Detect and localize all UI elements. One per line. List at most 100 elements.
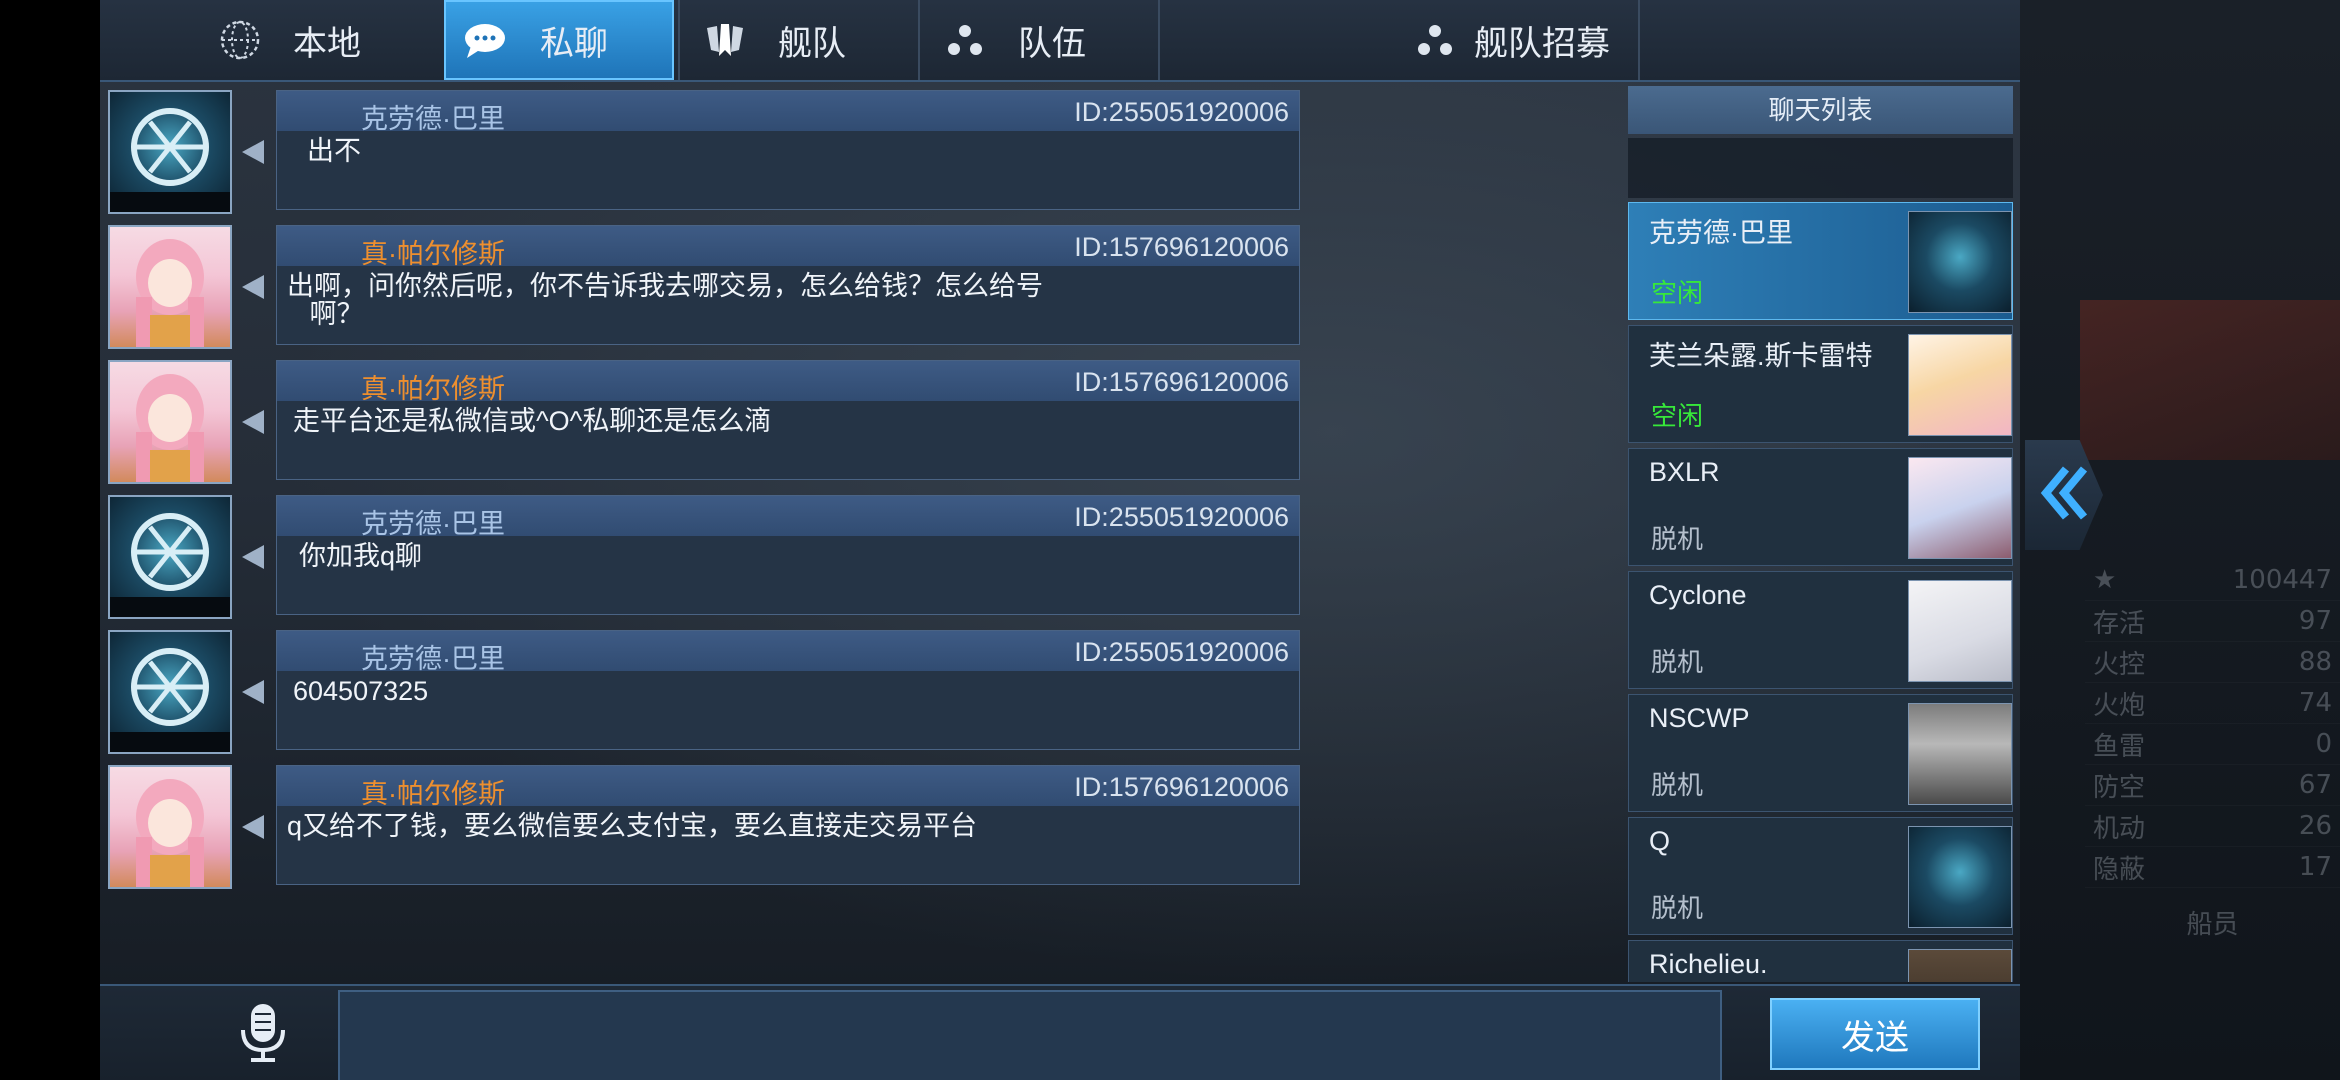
left-edge bbox=[0, 0, 100, 1080]
message-sender[interactable]: 克劳德·巴里 bbox=[361, 502, 505, 541]
stat-value: 67 bbox=[2298, 770, 2332, 800]
crew-button: 船员 bbox=[2085, 902, 2340, 942]
team-dots-icon bbox=[940, 15, 990, 65]
tab-fleet-label: 舰队 bbox=[778, 24, 846, 63]
stat-label: 机动 bbox=[2093, 813, 2146, 844]
chat-tab-bar: 本地 私聊 舰队 队伍 舰队招募 bbox=[100, 0, 2020, 82]
message-sender[interactable]: 克劳德·巴里 bbox=[361, 637, 505, 676]
message-text: 出啊，问你然后呢，你不告诉我去哪交易，怎么给钱？怎么给号 啊？ bbox=[287, 271, 1043, 329]
message-sender[interactable]: 真·帕尔修斯 bbox=[361, 772, 505, 811]
message-header: 真·帕尔修斯 ID:157696120006 bbox=[277, 361, 1299, 404]
message-header: 真·帕尔修斯 ID:157696120006 bbox=[277, 226, 1299, 269]
tab-local-label: 本地 bbox=[293, 24, 361, 63]
voice-input-button[interactable] bbox=[228, 1000, 298, 1070]
fleet-logo-avatar[interactable] bbox=[108, 630, 232, 754]
fleet-emblem-icon bbox=[700, 15, 750, 65]
anime-girl-avatar[interactable] bbox=[108, 765, 232, 889]
contact-name: NSCWP bbox=[1649, 703, 1750, 733]
tab-local[interactable]: 本地 bbox=[215, 0, 425, 80]
message-header: 真·帕尔修斯 ID:157696120006 bbox=[277, 766, 1299, 809]
contact-avatar bbox=[1908, 949, 2012, 982]
stat-row: 火控 88 bbox=[2085, 642, 2340, 683]
anime-girl-avatar[interactable] bbox=[108, 360, 232, 484]
contact-avatar bbox=[1908, 334, 2012, 436]
message-text: 走平台还是私微信或^O^私聊还是怎么滴 bbox=[293, 406, 772, 436]
chat-list-panel[interactable]: 聊天列表 克劳德·巴里 空闲 芙兰朵露.斯卡雷特 空闲 BXLR 脱机 Cycl… bbox=[1628, 86, 2013, 982]
message-sender[interactable]: 克劳德·巴里 bbox=[361, 97, 505, 136]
message-bubble: 真·帕尔修斯 ID:157696120006 出啊，问你然后呢，你不告诉我去哪交… bbox=[276, 225, 1300, 345]
chat-message: 真·帕尔修斯 ID:157696120006 走平台还是私微信或^O^私聊还是怎… bbox=[108, 360, 1300, 490]
contact-status: 脱机 bbox=[1651, 647, 1704, 677]
stat-label: 鱼雷 bbox=[2093, 731, 2146, 762]
stat-row: 存活 97 bbox=[2085, 601, 2340, 642]
message-sender[interactable]: 真·帕尔修斯 bbox=[361, 232, 505, 271]
message-text: 你加我q聊 bbox=[299, 541, 423, 571]
chat-message: 克劳德·巴里 ID:255051920006 你加我q聊 bbox=[108, 495, 1300, 625]
contact-avatar bbox=[1908, 703, 2012, 805]
message-text: 604507325 bbox=[293, 676, 429, 706]
tab-divider bbox=[1638, 0, 1640, 80]
contact-name: Richelieu. bbox=[1649, 949, 1768, 979]
tab-private-chat[interactable]: 私聊 bbox=[444, 0, 674, 80]
bubble-pointer bbox=[242, 680, 264, 704]
stat-value: 17 bbox=[2298, 852, 2332, 882]
stat-value: 88 bbox=[2298, 647, 2332, 677]
fleet-logo-avatar[interactable] bbox=[108, 495, 232, 619]
fleet-logo-avatar[interactable] bbox=[108, 90, 232, 214]
contact-item[interactable]: BXLR 脱机 bbox=[1628, 448, 2013, 566]
send-button[interactable]: 发送 bbox=[1770, 998, 1980, 1070]
message-input[interactable] bbox=[338, 990, 1722, 1080]
tab-team[interactable]: 队伍 bbox=[940, 0, 1150, 80]
contact-name: 芙兰朵露.斯卡雷特 bbox=[1649, 341, 1873, 371]
tab-fleet[interactable]: 舰队 bbox=[700, 0, 910, 80]
contact-item[interactable]: 芙兰朵露.斯卡雷特 空闲 bbox=[1628, 325, 2013, 443]
chat-message: 真·帕尔修斯 ID:157696120006 q又给不了钱，要么微信要么支付宝，… bbox=[108, 765, 1300, 895]
contact-item[interactable]: Q 脱机 bbox=[1628, 817, 2013, 935]
message-bubble: 真·帕尔修斯 ID:157696120006 q又给不了钱，要么微信要么支付宝，… bbox=[276, 765, 1300, 885]
message-user-id: ID:255051920006 bbox=[1074, 502, 1289, 532]
contact-item[interactable]: Richelieu. bbox=[1628, 940, 2013, 982]
contact-avatar bbox=[1908, 580, 2012, 682]
contact-status: 脱机 bbox=[1651, 770, 1704, 800]
rating-row: ★ 100447 bbox=[2085, 560, 2340, 601]
message-bubble: 克劳德·巴里 ID:255051920006 你加我q聊 bbox=[276, 495, 1300, 615]
stat-value: 74 bbox=[2298, 688, 2332, 718]
contact-avatar bbox=[1908, 211, 2012, 313]
message-user-id: ID:157696120006 bbox=[1074, 772, 1289, 802]
chat-list-title: 聊天列表 bbox=[1628, 86, 2013, 134]
stat-label: 存活 bbox=[2093, 608, 2146, 639]
rating-value: 100447 bbox=[2232, 565, 2332, 595]
contact-item[interactable]: 克劳德·巴里 空闲 bbox=[1628, 202, 2013, 320]
message-bubble: 克劳德·巴里 ID:255051920006 604507325 bbox=[276, 630, 1300, 750]
contact-avatar bbox=[1908, 826, 2012, 928]
chat-message: 克劳德·巴里 ID:255051920006 604507325 bbox=[108, 630, 1300, 760]
message-header: 克劳德·巴里 ID:255051920006 bbox=[277, 91, 1299, 134]
contact-item[interactable]: Cyclone 脱机 bbox=[1628, 571, 2013, 689]
message-sender[interactable]: 真·帕尔修斯 bbox=[361, 367, 505, 406]
message-bubble: 真·帕尔修斯 ID:157696120006 走平台还是私微信或^O^私聊还是怎… bbox=[276, 360, 1300, 480]
double-chevron-left-icon bbox=[2038, 463, 2090, 527]
background-stats-panel: ★ 100447 存活 97 火控 88 火炮 74 鱼雷 0 防空 67 机动 26 隐蔽… bbox=[2085, 560, 2340, 940]
bubble-pointer bbox=[242, 545, 264, 569]
star-icon: ★ bbox=[2093, 565, 2117, 595]
message-user-id: ID:255051920006 bbox=[1074, 637, 1289, 667]
tab-fleet-recruit[interactable]: 舰队招募 bbox=[1410, 0, 1740, 80]
contact-status: 空闲 bbox=[1651, 401, 1704, 431]
contact-name: Cyclone bbox=[1649, 580, 1747, 610]
anime-girl-avatar[interactable] bbox=[108, 225, 232, 349]
bubble-pointer bbox=[242, 410, 264, 434]
contact-item[interactable]: NSCWP 脱机 bbox=[1628, 694, 2013, 812]
chat-bubble-icon bbox=[462, 15, 512, 65]
bubble-pointer bbox=[242, 275, 264, 299]
microphone-icon bbox=[239, 1002, 287, 1068]
contact-status: 空闲 bbox=[1651, 278, 1704, 308]
stat-row: 隐蔽 17 bbox=[2085, 847, 2340, 888]
stat-label: 火炮 bbox=[2093, 690, 2146, 721]
message-header: 克劳德·巴里 ID:255051920006 bbox=[277, 631, 1299, 674]
message-user-id: ID:255051920006 bbox=[1074, 97, 1289, 127]
chat-message: 真·帕尔修斯 ID:157696120006 出啊，问你然后呢，你不告诉我去哪交… bbox=[108, 225, 1300, 355]
chat-message: 克劳德·巴里 ID:255051920006 出不 bbox=[108, 90, 1300, 220]
tab-fleet-recruit-label: 舰队招募 bbox=[1474, 24, 1610, 63]
chat-list-spacer bbox=[1628, 138, 2013, 198]
contact-avatar bbox=[1908, 457, 2012, 559]
